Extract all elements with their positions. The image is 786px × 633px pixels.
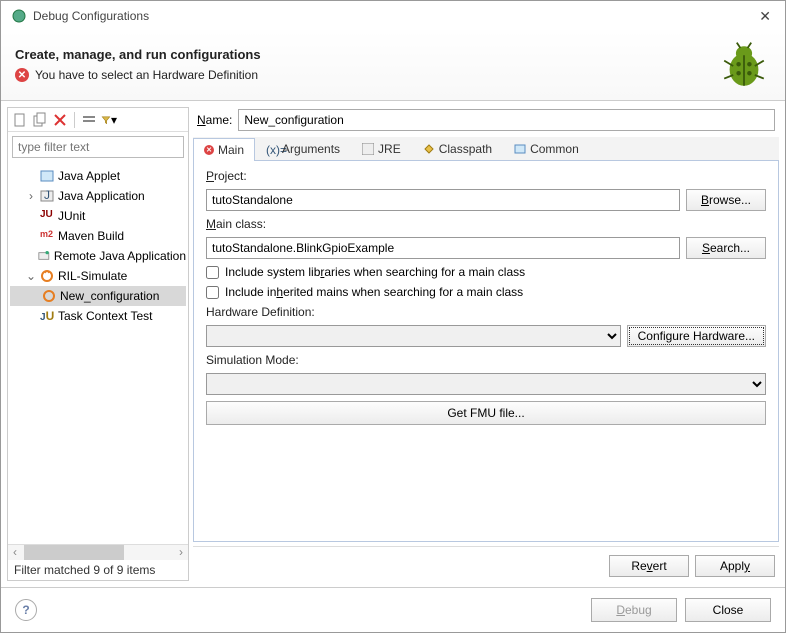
ril-icon: [40, 269, 54, 283]
tab-label: Common: [530, 142, 579, 156]
help-icon[interactable]: ?: [15, 599, 37, 621]
hardware-label: Hardware Definition:: [206, 305, 766, 319]
hardware-select[interactable]: [206, 325, 621, 347]
tree-item-maven[interactable]: m2 Maven Build: [10, 226, 186, 246]
checkbox-label: Include system libraries when searching …: [225, 265, 525, 279]
tab-label: Arguments: [282, 142, 340, 156]
tree-label: Maven Build: [58, 229, 124, 243]
tab-label: JRE: [378, 142, 401, 156]
tree-label: Remote Java Application: [54, 249, 186, 263]
get-fmu-button[interactable]: Get FMU file...: [206, 401, 766, 425]
configure-hardware-button[interactable]: Configure Hardware...: [627, 325, 766, 347]
tree-label: Java Applet: [58, 169, 120, 183]
project-input[interactable]: [206, 189, 680, 211]
svg-text:J: J: [44, 189, 50, 202]
apply-button[interactable]: Apply: [695, 555, 775, 577]
tab-jre[interactable]: JRE: [351, 137, 412, 160]
tab-content-main: Project: Browse... Main class: Search...…: [193, 161, 779, 542]
bug-icon: [717, 39, 771, 93]
common-icon: [514, 143, 526, 155]
checkbox-label: Include inherited mains when searching f…: [225, 285, 523, 299]
right-footer: Revert Apply: [193, 546, 779, 581]
window-title: Debug Configurations: [33, 9, 149, 23]
filter-input[interactable]: [12, 136, 184, 158]
header-error-text: You have to select an Hardware Definitio…: [35, 68, 258, 82]
java-icon: J: [40, 189, 54, 203]
duplicate-icon[interactable]: [32, 112, 48, 128]
name-input[interactable]: [238, 109, 775, 131]
header-title: Create, manage, and run configurations: [15, 47, 771, 62]
mainclass-input[interactable]: [206, 237, 680, 259]
tree-label: RIL-Simulate: [58, 269, 127, 283]
classpath-icon: [423, 143, 435, 155]
revert-button[interactable]: Revert: [609, 555, 689, 577]
jre-icon: [362, 143, 374, 155]
tree-item-task-context[interactable]: JU Task Context Test: [10, 306, 186, 326]
task-icon: JU: [40, 309, 54, 323]
debug-button[interactable]: Debug: [591, 598, 677, 622]
include-inherited-checkbox[interactable]: Include inherited mains when searching f…: [206, 285, 766, 299]
right-panel: Name: ✕ Main (x)= Arguments JRE Classpat…: [193, 107, 779, 581]
ril-icon: [42, 289, 56, 303]
tree-label: New_configuration: [60, 289, 159, 303]
applet-icon: [40, 169, 54, 183]
tree-label: Java Application: [58, 189, 145, 203]
delete-icon[interactable]: [52, 112, 68, 128]
filter-status: Filter matched 9 of 9 items: [8, 560, 188, 580]
tab-bar: ✕ Main (x)= Arguments JRE Classpath Comm…: [193, 137, 779, 161]
simulation-select[interactable]: [206, 373, 766, 395]
tab-label: Classpath: [439, 142, 492, 156]
tab-label: Main: [218, 143, 244, 157]
left-panel: ▾ Java Applet › J Java Application JU JU…: [7, 107, 189, 581]
filter-icon[interactable]: ▾: [101, 112, 117, 128]
tree-item-junit[interactable]: JU JUnit: [10, 206, 186, 226]
chevron-right-icon[interactable]: ›: [26, 189, 36, 203]
horizontal-scrollbar[interactable]: ‹ ›: [8, 544, 188, 560]
titlebar: Debug Configurations ✕: [1, 1, 785, 31]
tree-item-java-application[interactable]: › J Java Application: [10, 186, 186, 206]
include-system-checkbox[interactable]: Include system libraries when searching …: [206, 265, 766, 279]
mainclass-label: Main class:: [206, 217, 766, 231]
search-button[interactable]: Search...: [686, 237, 766, 259]
tree-item-ril-simulate[interactable]: ⌄ RIL-Simulate: [10, 266, 186, 286]
tab-error-icon: ✕: [204, 145, 214, 155]
error-icon: ✕: [15, 68, 29, 82]
tab-main[interactable]: ✕ Main: [193, 138, 255, 161]
remote-icon: [38, 249, 50, 263]
maven-icon: m2: [40, 229, 54, 243]
junit-icon: JU: [40, 209, 54, 223]
dialog-footer: ? Debug Close: [1, 587, 785, 632]
dialog-header: Create, manage, and run configurations ✕…: [1, 31, 785, 101]
tree-label: Task Context Test: [58, 309, 153, 323]
app-icon: [11, 8, 27, 24]
arguments-icon: (x)=: [266, 143, 278, 155]
simulation-label: Simulation Mode:: [206, 353, 766, 367]
browse-button[interactable]: Browse...: [686, 189, 766, 211]
name-label: Name:: [197, 113, 232, 127]
project-label: Project:: [206, 169, 766, 183]
tab-arguments[interactable]: (x)= Arguments: [255, 137, 351, 160]
tab-classpath[interactable]: Classpath: [412, 137, 503, 160]
close-icon[interactable]: ✕: [755, 8, 775, 25]
tree-item-new-configuration[interactable]: New_configuration: [10, 286, 186, 306]
tree-item-java-applet[interactable]: Java Applet: [10, 166, 186, 186]
left-toolbar: ▾: [8, 108, 188, 132]
close-button[interactable]: Close: [685, 598, 771, 622]
new-config-icon[interactable]: [12, 112, 28, 128]
collapse-icon[interactable]: [81, 112, 97, 128]
config-tree: Java Applet › J Java Application JU JUni…: [8, 162, 188, 544]
tree-item-remote-java[interactable]: Remote Java Application: [10, 246, 186, 266]
tab-common[interactable]: Common: [503, 137, 590, 160]
chevron-down-icon[interactable]: ⌄: [26, 269, 36, 283]
tree-label: JUnit: [58, 209, 85, 223]
